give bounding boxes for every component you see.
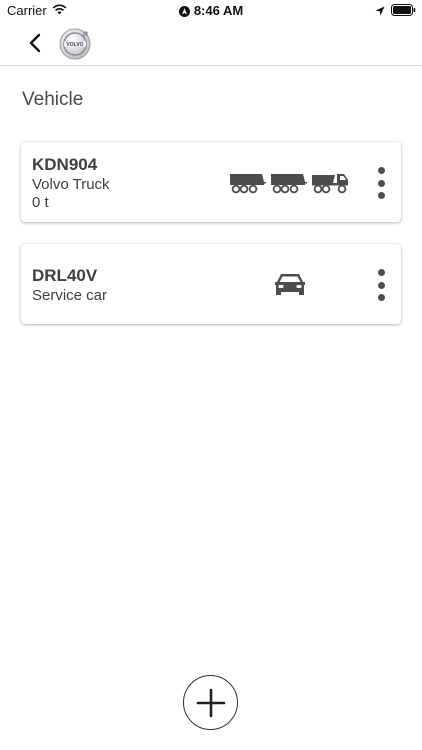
vehicle-plate: DRL40V: [32, 266, 98, 285]
vehicle-combination: [274, 271, 306, 302]
add-vehicle-button[interactable]: [183, 675, 238, 730]
location-arrow-icon: [375, 3, 385, 21]
vehicle-plate: KDN904: [32, 155, 98, 174]
plus-icon: [196, 688, 225, 717]
svg-text:VOLVO: VOLVO: [66, 42, 83, 48]
status-time: 8:46 AM: [193, 3, 244, 18]
trailer-icon: [230, 174, 266, 194]
vehicle-card[interactable]: DRL40V Service car: [21, 244, 401, 324]
status-bar: Carrier 8:46 AM: [0, 0, 422, 20]
dot: [377, 269, 385, 276]
dot: [377, 192, 385, 199]
dump-truck-icon: [312, 174, 348, 194]
vehicle-model: Volvo Truck: [32, 176, 110, 193]
dot: [377, 294, 385, 301]
vehicle-model: Service car: [32, 287, 108, 304]
chevron-left-icon: [29, 33, 41, 53]
status-right: [375, 3, 416, 21]
navigation-bar: VOLVO: [0, 20, 422, 66]
dot: [377, 281, 385, 289]
battery-icon: [391, 3, 416, 21]
page-title: Vehicle: [22, 89, 84, 110]
back-button[interactable]: [22, 30, 48, 56]
dot: [377, 179, 385, 187]
vehicle-load: 0 t: [32, 194, 49, 211]
vehicle-card[interactable]: KDN904 Volvo Truck 0 t: [21, 142, 401, 222]
location-arrow-circle-icon: [178, 5, 190, 20]
car-icon: [275, 274, 305, 295]
volvo-logo: VOLVO: [59, 28, 91, 60]
dot: [377, 167, 385, 174]
more-options-button[interactable]: [371, 165, 391, 201]
vehicle-combination: [229, 170, 349, 194]
more-options-button[interactable]: [371, 267, 391, 303]
status-time-group: 8:46 AM: [0, 3, 422, 20]
trailer-icon: [271, 174, 307, 194]
